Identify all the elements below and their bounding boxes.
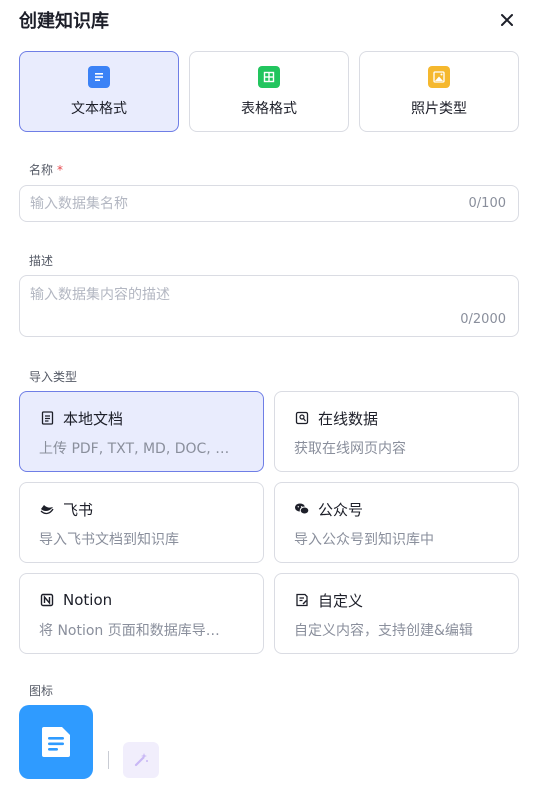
dialog-header: 创建知识库 <box>19 6 519 34</box>
import-type-title: 公众号 <box>318 500 364 519</box>
edit-doc-icon <box>294 592 310 608</box>
import-type-title: 本地文档 <box>63 409 124 428</box>
format-label: 表格格式 <box>241 100 297 117</box>
ai-generate-icon-button[interactable] <box>123 742 159 778</box>
description-field: 0/2000 <box>19 275 519 337</box>
name-field: 0/100 <box>19 185 519 222</box>
import-type-grid: 本地文档 上传 PDF, TXT, MD, DOC, … 在线数据 获取在线网页… <box>19 391 519 654</box>
import-type-label: 导入类型 <box>29 370 78 384</box>
name-label: 名称 * <box>29 161 63 178</box>
wechat-icon <box>294 501 310 517</box>
import-type-title: Notion <box>63 591 113 609</box>
icon-picker <box>19 705 159 779</box>
format-option-text[interactable]: 文本格式 <box>19 51 179 132</box>
import-type-title: 自定义 <box>318 591 364 610</box>
import-type-desc: 导入飞书文档到知识库 <box>39 532 179 548</box>
import-type-local-doc[interactable]: 本地文档 上传 PDF, TXT, MD, DOC, … <box>19 391 264 472</box>
close-icon <box>501 14 513 26</box>
document-icon <box>88 65 110 88</box>
close-button[interactable] <box>495 8 519 32</box>
divider <box>108 751 109 769</box>
table-icon <box>258 65 280 88</box>
format-selector: 文本格式 表格格式 照片类型 <box>19 51 519 132</box>
feishu-icon <box>39 501 55 517</box>
import-type-title: 飞书 <box>63 500 94 519</box>
import-type-feishu[interactable]: 飞书 导入飞书文档到知识库 <box>19 482 264 563</box>
import-type-desc: 获取在线网页内容 <box>294 441 406 457</box>
format-label: 文本格式 <box>71 100 127 117</box>
description-input[interactable] <box>30 284 500 312</box>
image-icon <box>428 65 450 88</box>
name-label-text: 名称 <box>29 163 54 177</box>
description-label: 描述 <box>29 254 54 268</box>
format-option-image[interactable]: 照片类型 <box>359 51 519 132</box>
magic-wand-icon <box>134 753 148 767</box>
import-type-notion[interactable]: Notion 将 Notion 页面和数据库导… <box>19 573 264 654</box>
import-type-online-data[interactable]: 在线数据 获取在线网页内容 <box>274 391 519 472</box>
import-type-desc: 自定义内容，支持创建&编辑 <box>294 623 473 639</box>
format-option-table[interactable]: 表格格式 <box>189 51 349 132</box>
file-icon <box>39 410 55 426</box>
web-page-icon <box>294 410 310 426</box>
import-type-title: 在线数据 <box>318 409 379 428</box>
name-char-counter: 0/100 <box>468 196 506 211</box>
icon-label: 图标 <box>29 684 54 698</box>
required-mark: * <box>57 163 64 177</box>
import-type-desc: 上传 PDF, TXT, MD, DOC, … <box>39 441 230 457</box>
description-char-counter: 0/2000 <box>460 312 506 327</box>
import-type-wechat[interactable]: 公众号 导入公众号到知识库中 <box>274 482 519 563</box>
document-icon <box>42 727 70 757</box>
import-type-desc: 将 Notion 页面和数据库导… <box>39 623 220 639</box>
format-label: 照片类型 <box>411 100 467 117</box>
import-type-desc: 导入公众号到知识库中 <box>294 532 434 548</box>
notion-icon <box>39 592 55 608</box>
import-type-custom[interactable]: 自定义 自定义内容，支持创建&编辑 <box>274 573 519 654</box>
name-input[interactable] <box>30 194 430 214</box>
knowledge-base-icon-button[interactable] <box>19 705 93 779</box>
dialog-title: 创建知识库 <box>19 11 109 32</box>
